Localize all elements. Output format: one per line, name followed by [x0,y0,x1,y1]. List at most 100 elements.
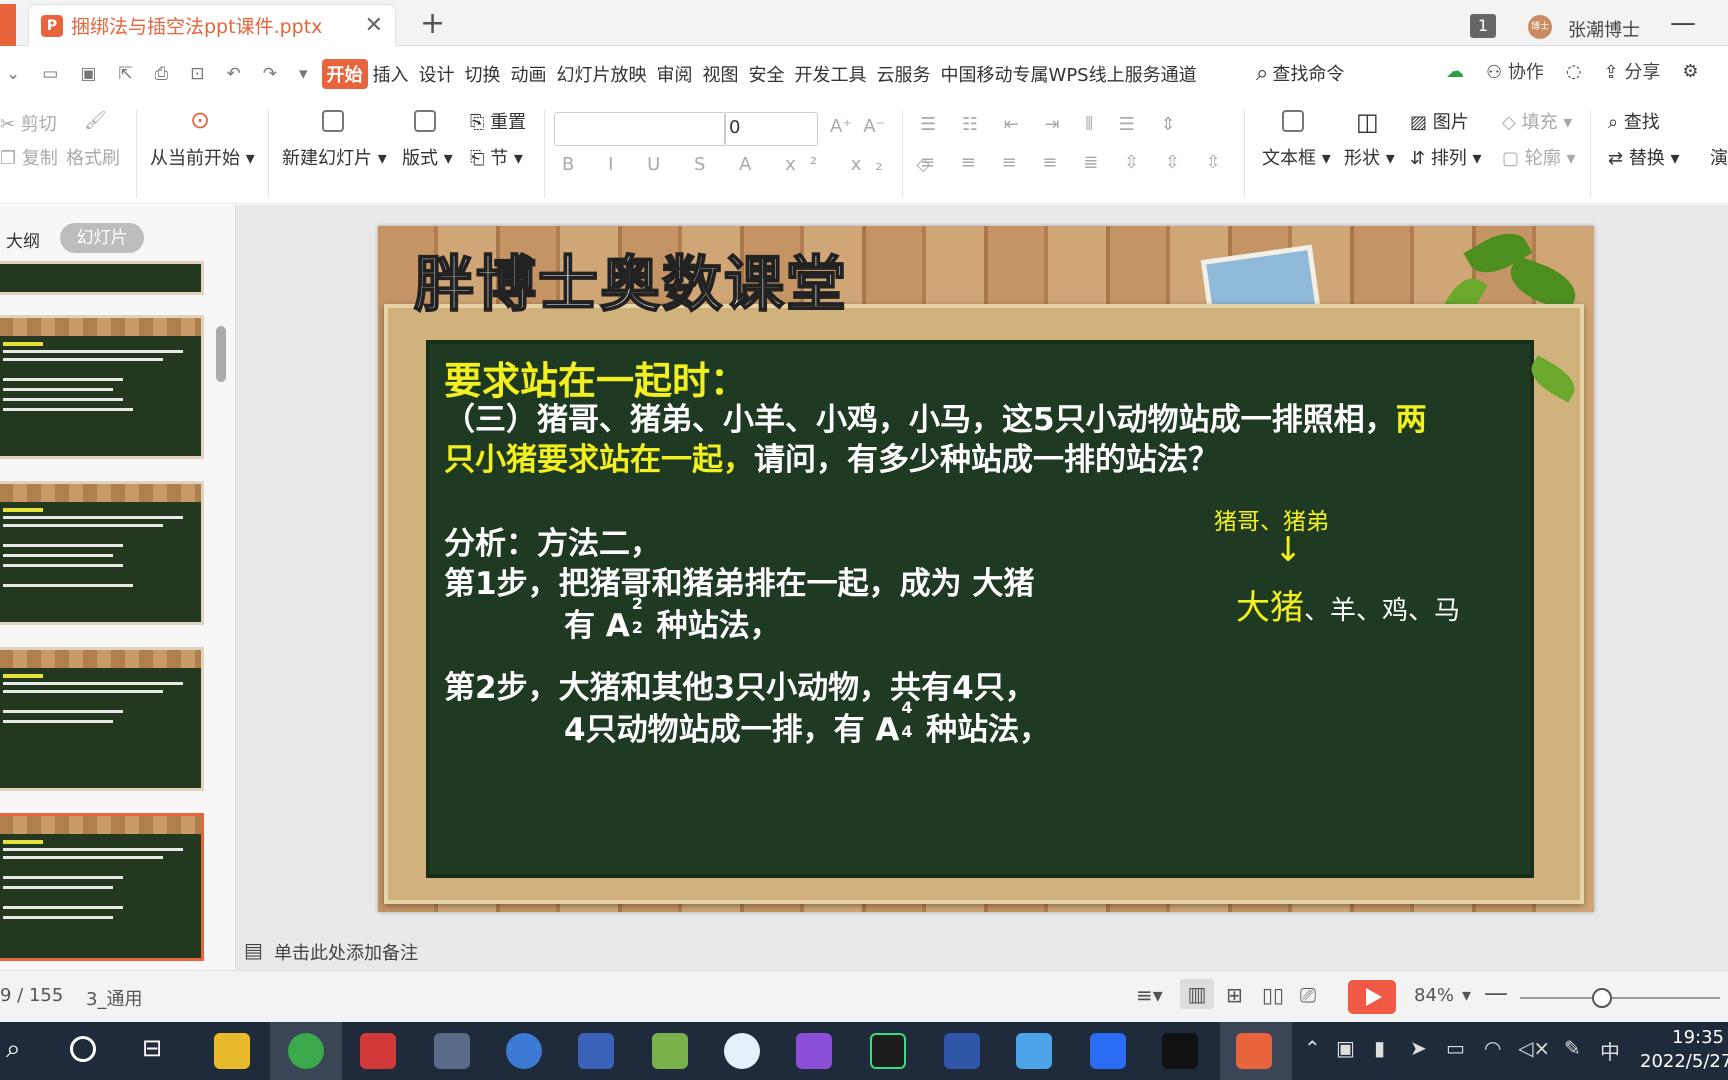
ime-indicator[interactable]: 中 [1600,1036,1620,1065]
grow-font-icon[interactable]: A⁺ A⁻ [830,116,885,137]
search-icon[interactable]: ⌕ [6,1034,21,1065]
browser-icon[interactable] [288,1033,324,1069]
sorter-view-icon[interactable]: ⊞ [1226,983,1243,1007]
menu-view[interactable]: 视图 [698,59,744,89]
cloud-sync-icon[interactable]: ☁ [1446,61,1464,82]
wps-writer-icon[interactable] [1090,1033,1126,1069]
print-icon[interactable]: ⎙ [155,64,169,84]
textbox-button[interactable]: 文本框 ▾ [1262,144,1331,170]
font-size-input[interactable]: 0 [724,112,818,146]
slide-thumbnail-selected[interactable] [0,813,204,961]
task-view-icon[interactable]: ⊟ [142,1034,162,1062]
avatar[interactable]: 博士 [1528,15,1552,39]
wps-presentation-icon[interactable] [1236,1033,1272,1069]
find-button[interactable]: ⌕ 查找 [1608,108,1660,134]
tray-expand-icon[interactable]: ⌃ [1304,1036,1321,1060]
menu-security[interactable]: 安全 [744,59,790,89]
customize-icon[interactable]: ▾ [299,64,308,84]
layout-icon[interactable] [414,110,436,132]
app-icon[interactable] [1162,1033,1198,1069]
copy-button[interactable]: ❐ 复制 [0,144,58,170]
menu-developer[interactable]: 开发工具 [790,59,872,89]
zoom-slider-knob[interactable] [1592,988,1612,1008]
paragraph-list-icons[interactable]: ☰ ☷ ⇤ ⇥ ⫴ ☰ ⇕ [920,114,1186,135]
app-icon[interactable] [360,1033,396,1069]
wifi-icon[interactable]: ◠ [1484,1036,1501,1060]
new-slide-icon[interactable] [322,110,344,132]
layout-button[interactable]: 版式 ▾ [402,144,453,170]
outline-button[interactable]: ▢ 轮廓 ▾ [1502,144,1576,170]
cortana-icon[interactable] [70,1036,96,1062]
play-slideshow-button[interactable] [1348,980,1396,1014]
redo-icon[interactable]: ↷ [263,64,277,84]
collab-button[interactable]: ⚇ 协作 [1486,58,1544,84]
tab-outline[interactable]: 大纲 [6,227,40,252]
panel-scrollbar[interactable] [216,326,226,382]
volume-icon[interactable]: ◁× [1518,1036,1550,1060]
battery-icon[interactable]: ▭ [1446,1036,1465,1060]
notes-toggle-icon[interactable]: ≡▾ [1136,983,1163,1007]
shape-button[interactable]: 形状 ▾ [1344,144,1395,170]
search-command[interactable]: ⌕ 查找命令 [1256,60,1344,86]
window-count-badge[interactable]: 1 [1470,14,1496,38]
comment-icon[interactable]: ◌ [1566,61,1582,82]
menu-review[interactable]: 审阅 [652,59,698,89]
telegram-icon[interactable]: ➤ [1410,1036,1427,1060]
menu-insert[interactable]: 插入 [368,59,414,89]
menu-design[interactable]: 设计 [414,59,460,89]
export-icon[interactable]: ⇱ [118,64,132,84]
pen-icon[interactable]: ✎ [1564,1036,1581,1060]
video-app-icon[interactable] [434,1033,470,1069]
slide-thumbnail[interactable] [0,481,204,625]
zoom-level[interactable]: 84% [1414,985,1454,1006]
recording-icon[interactable]: ⎚ [1300,983,1316,1007]
app-icon[interactable] [652,1033,688,1069]
preview-icon[interactable]: ⊡ [190,64,204,84]
format-painter-button[interactable]: 格式刷 [66,144,120,170]
tab-slides[interactable]: 幻灯片 [60,223,144,253]
slide-canvas[interactable]: 胖博士奥数课堂 要求站在一起时： （三）猪哥、猪弟、小羊、小鸡，小马，这5只小动… [378,226,1594,912]
normal-view-icon[interactable]: ▥ [1180,979,1214,1009]
section-button[interactable]: ⎗ 节 ▾ [470,144,523,170]
new-slide-button[interactable]: 新建幻灯片 ▾ [282,144,387,170]
new-tab-button[interactable]: + [420,6,445,41]
save-app-icon[interactable] [944,1033,980,1069]
microphone-icon[interactable]: ▮ [1374,1036,1385,1060]
menu-home[interactable]: 开始 [321,59,368,89]
prev-tab-edge[interactable] [0,4,16,46]
menu-slideshow[interactable]: 幻灯片放映 [552,59,652,89]
reset-button[interactable]: ⎘ 重置 [470,108,526,134]
slide-thumbnail[interactable] [0,647,204,791]
reading-view-icon[interactable]: ▯▯ [1262,983,1284,1007]
replace-button[interactable]: ⇄ 替换 ▾ [1608,144,1680,170]
tray-app-icon[interactable]: ▣ [1336,1036,1355,1060]
menu-cloud[interactable]: 云服务 [872,59,936,89]
settings-icon[interactable]: ⚙ [1682,61,1698,82]
paragraph-align-icons[interactable]: ≡ ≡ ≡ ≡ ≣ ⇳ ⇳ ⇳ [920,152,1231,173]
chevron-down-icon[interactable]: ⌄ [6,64,20,84]
slide-thumbnail[interactable] [0,261,204,295]
cut-button[interactable]: ✂ 剪切 [0,110,57,136]
clock[interactable]: 19:35 2022/5/27 [1640,1026,1728,1074]
textbox-icon[interactable] [1282,110,1304,132]
document-tab[interactable]: P 捆绑法与插空法ppt课件.pptx ✕ [28,4,396,46]
arrange-button[interactable]: ⇵ 排列 ▾ [1410,144,1482,170]
minimize-button[interactable]: — [1670,8,1696,38]
user-name[interactable]: 张潮博士 [1568,16,1640,42]
fill-button[interactable]: ◇ 填充 ▾ [1502,108,1572,134]
zoom-dropdown-icon[interactable]: ▾ [1462,985,1471,1006]
menu-animation[interactable]: 动画 [506,59,552,89]
cloud-app-icon[interactable] [724,1033,760,1069]
file-explorer-icon[interactable] [214,1033,250,1069]
brush-icon[interactable]: 🖌 [84,110,107,131]
share-button[interactable]: ⇪ 分享 [1604,58,1661,84]
close-tab-icon[interactable]: ✕ [365,13,383,38]
shape-icon[interactable]: ◫ [1356,108,1379,136]
picture-button[interactable]: ▨ 图片 [1410,108,1469,134]
save-app-icon[interactable] [578,1033,614,1069]
open-icon[interactable]: ▭ [42,64,58,84]
save-icon[interactable]: ▣ [80,64,96,84]
menu-cmcc[interactable]: 中国移动专属WPS线上服务通道 [936,59,1202,89]
font-name-input[interactable] [554,112,726,146]
pycharm-icon[interactable] [870,1033,906,1069]
